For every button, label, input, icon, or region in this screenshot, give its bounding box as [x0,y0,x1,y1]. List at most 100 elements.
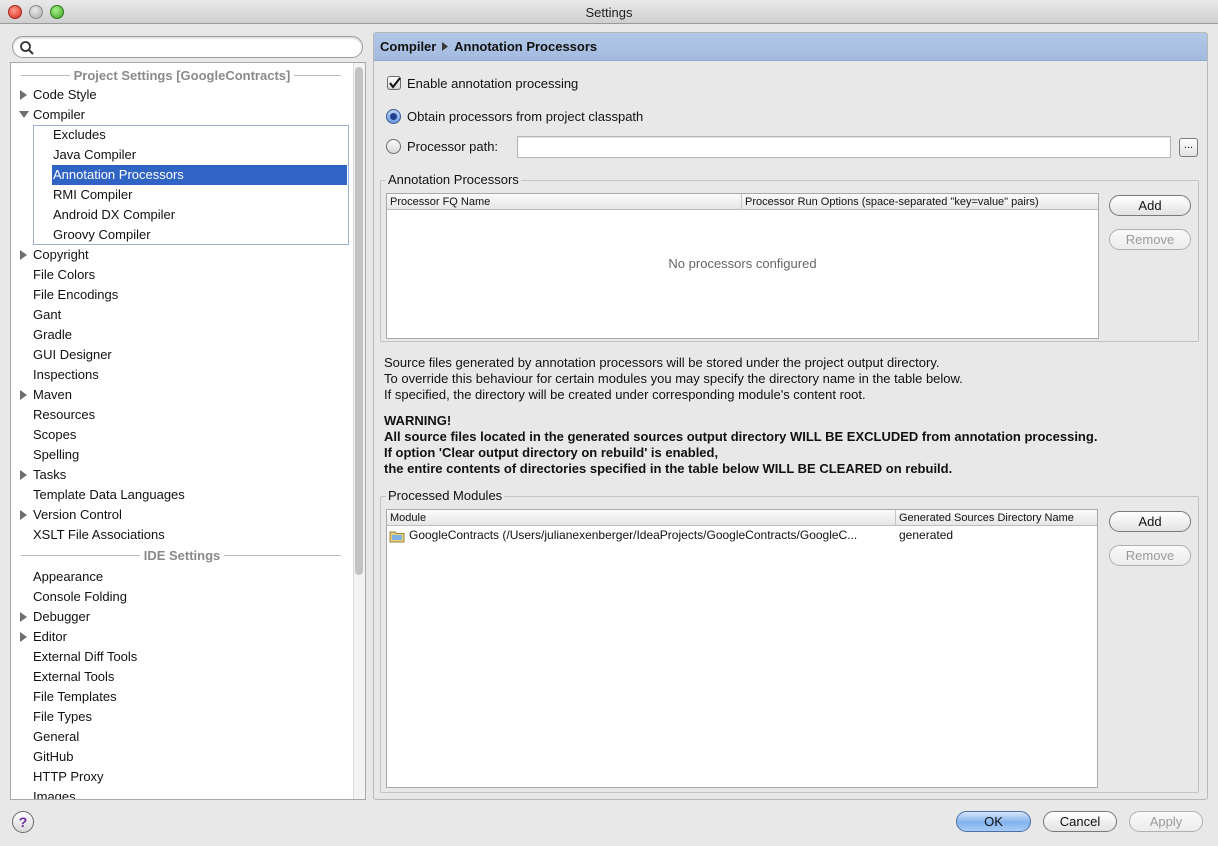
column-header-run-options[interactable]: Processor Run Options (space-separated "… [742,194,1098,210]
add-processor-button[interactable]: Add [1109,195,1191,216]
tree-item-images[interactable]: Images [33,787,76,799]
tree-item-label: Scopes [33,427,77,442]
settings-tree[interactable]: Project Settings [GoogleContracts] Code … [10,62,366,800]
tree-item-label: Annotation Processors [53,167,184,182]
tree-item-inspections[interactable]: Inspections [33,365,99,385]
tree-item-resources[interactable]: Resources [33,405,95,425]
tree-item-console-folding[interactable]: Console Folding [33,587,127,607]
tree-item-groovy-compiler[interactable]: Groovy Compiler [53,225,343,245]
apply-button[interactable]: Apply [1129,811,1203,832]
tree-item-gradle[interactable]: Gradle [33,325,72,345]
warning-text-line: All source files located in the generate… [384,429,1098,444]
tree-item-android-dx-compiler[interactable]: Android DX Compiler [53,205,343,225]
expand-arrow-icon[interactable] [19,465,29,485]
tree-item-annotation-processors[interactable]: Annotation Processors [52,165,347,185]
title-bar[interactable]: Settings [0,0,1218,24]
tree-item-file-encodings[interactable]: File Encodings [33,285,118,305]
info-text-line: Source files generated by annotation pro… [384,355,940,370]
warning-text-line: If option 'Clear output directory on reb… [384,445,719,460]
tree-item-label: File Templates [33,689,117,704]
tree-item-excludes[interactable]: Excludes [53,125,343,145]
processed-modules-table[interactable]: Module Generated Sources Directory Name … [386,509,1098,788]
remove-processor-button[interactable]: Remove [1109,229,1191,250]
tree-item-label: Console Folding [33,589,127,604]
breadcrumb-parent[interactable]: Compiler [380,39,436,54]
tree-item-gant[interactable]: Gant [33,305,61,325]
tree-item-general[interactable]: General [33,727,79,747]
tree-item-tasks[interactable]: Tasks [11,465,351,485]
tree-item-spelling[interactable]: Spelling [33,445,79,465]
processor-path-input[interactable] [517,136,1171,158]
tree-item-github[interactable]: GitHub [33,747,73,767]
tree-item-label: GUI Designer [33,347,112,362]
obtain-from-classpath-radio[interactable] [386,109,401,124]
tree-scrollbar-thumb[interactable] [355,67,363,575]
checkmark-icon [389,77,401,89]
tree-item-debugger[interactable]: Debugger [11,607,351,627]
processor-path-label[interactable]: Processor path: [407,139,498,154]
tree-item-label: Appearance [33,569,104,584]
tree-item-java-compiler[interactable]: Java Compiler [53,145,343,165]
tree-item-label: External Tools [33,669,115,684]
tree-item-maven[interactable]: Maven [11,385,351,405]
tree-item-gui-designer[interactable]: GUI Designer [33,345,112,365]
add-module-button[interactable]: Add [1109,511,1191,532]
expand-arrow-icon[interactable] [19,627,29,647]
search-field[interactable] [12,36,363,58]
ok-button[interactable]: OK [956,811,1031,832]
tree-item-version-control[interactable]: Version Control [11,505,351,525]
tree-item-template-data-languages[interactable]: Template Data Languages [33,485,185,505]
table-row[interactable]: GoogleContracts (/Users/julianexenberger… [387,527,1097,545]
tree-item-external-tools[interactable]: External Tools [33,667,114,687]
enable-annotation-processing-checkbox[interactable] [387,76,401,90]
breadcrumb: Compiler Annotation Processors [374,33,1207,61]
tree-item-label: GitHub [33,749,74,764]
enable-annotation-processing-label[interactable]: Enable annotation processing [407,76,578,91]
tree-item-rmi-compiler[interactable]: RMI Compiler [53,185,343,205]
cancel-button[interactable]: Cancel [1043,811,1117,832]
tree-item-label: Version Control [33,507,122,522]
expand-arrow-icon[interactable] [19,245,29,265]
tree-item-external-diff-tools[interactable]: External Diff Tools [33,647,137,667]
expand-arrow-icon[interactable] [19,85,29,105]
remove-module-button[interactable]: Remove [1109,545,1191,566]
browse-processor-path-button[interactable]: ... [1179,138,1198,157]
search-input[interactable] [37,39,352,55]
obtain-from-classpath-label[interactable]: Obtain processors from project classpath [407,109,643,124]
expand-arrow-icon[interactable] [19,505,29,525]
tree-item-label: File Colors [33,267,96,282]
tree-item-copyright[interactable]: Copyright [11,245,351,265]
column-header-processor-fq-name[interactable]: Processor FQ Name [387,194,742,210]
tree-item-http-proxy[interactable]: HTTP Proxy [33,767,104,787]
tree-item-file-types[interactable]: File Types [33,707,92,727]
tree-item-xslt-file-associations[interactable]: XSLT File Associations [33,525,165,545]
project-settings-header: Project Settings [GoogleContracts] [11,65,353,85]
tree-item-code-style[interactable]: Code Style [11,85,351,105]
search-icon [19,40,35,56]
column-header-generated-dir[interactable]: Generated Sources Directory Name [896,510,1095,526]
tree-item-appearance[interactable]: Appearance [33,567,103,587]
tree-item-label: Tasks [33,467,67,482]
tree-item-label: Template Data Languages [33,487,185,502]
tree-item-editor[interactable]: Editor [11,627,351,647]
tree-scrollbar[interactable] [353,63,365,799]
processor-path-radio[interactable] [386,139,401,154]
annotation-processors-title: Annotation Processors [386,172,521,187]
tree-item-file-colors[interactable]: File Colors [33,265,95,285]
tree-item-scopes[interactable]: Scopes [33,425,76,445]
expand-arrow-icon[interactable] [19,385,29,405]
tree-item-label: Excludes [53,127,106,142]
generated-dir-cell[interactable]: generated [899,528,953,542]
help-button[interactable]: ? [12,811,34,833]
tree-item-compiler[interactable]: Compiler [11,105,351,125]
tree-item-label: Resources [33,407,96,422]
tree-item-label: Groovy Compiler [53,227,151,242]
annotation-processors-table[interactable]: Processor FQ Name Processor Run Options … [386,193,1099,339]
collapse-arrow-icon[interactable] [19,105,29,125]
table-header: Module Generated Sources Directory Name [387,510,1097,526]
project-settings-label: Project Settings [GoogleContracts] [69,68,295,83]
module-cell[interactable]: GoogleContracts (/Users/julianexenberger… [409,528,894,542]
column-header-module[interactable]: Module [387,510,896,526]
expand-arrow-icon[interactable] [19,607,29,627]
tree-item-file-templates[interactable]: File Templates [33,687,117,707]
